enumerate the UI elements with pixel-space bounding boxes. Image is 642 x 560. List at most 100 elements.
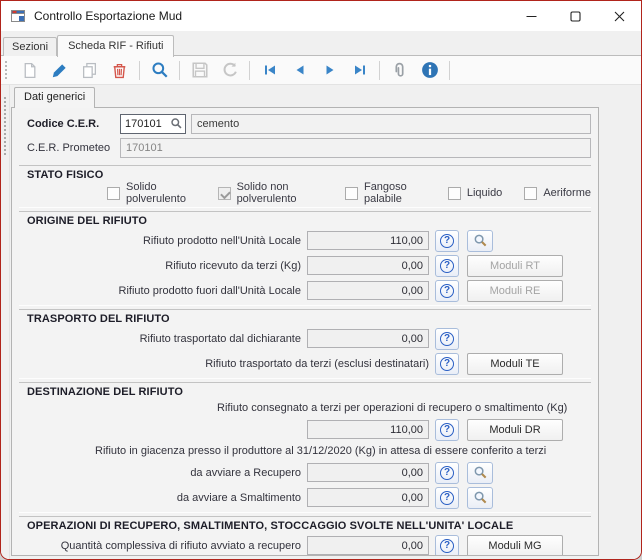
undo-button bbox=[217, 59, 242, 82]
tab-scheda-rif-rifiuti[interactable]: Scheda RIF - Rifiuti bbox=[57, 35, 175, 57]
search-detail-button[interactable] bbox=[467, 229, 493, 252]
da-avviare-smaltimento-field[interactable] bbox=[307, 488, 429, 507]
main-tabstrip: Sezioni Scheda RIF - Rifiuti bbox=[1, 31, 641, 57]
quantita-recupero-field[interactable] bbox=[307, 536, 429, 555]
help-icon bbox=[440, 331, 454, 346]
rifiuto-trasportato-terzi-label: Rifiuto trasportato da terzi (esclusi de… bbox=[205, 357, 429, 370]
delete-icon bbox=[113, 63, 126, 78]
checkbox-checked-icon[interactable] bbox=[217, 186, 231, 200]
attachment-button[interactable] bbox=[387, 59, 412, 82]
checkbox-unchecked-icon[interactable] bbox=[524, 186, 538, 200]
nav-next-button[interactable] bbox=[317, 59, 342, 82]
help-button[interactable] bbox=[435, 486, 459, 509]
close-button[interactable] bbox=[597, 1, 641, 31]
nav-next-icon bbox=[326, 65, 333, 75]
checkbox-solido-non-polverulento[interactable]: Solido non polverulento bbox=[217, 181, 323, 205]
help-button[interactable] bbox=[435, 254, 459, 277]
nav-first-button[interactable] bbox=[257, 59, 282, 82]
close-icon bbox=[614, 11, 624, 21]
help-icon bbox=[440, 356, 454, 371]
rifiuto-prodotto-ul-field[interactable] bbox=[307, 231, 429, 250]
title-bar: Controllo Esportazione Mud bbox=[1, 1, 641, 31]
trasporto-title: TRASPORTO DEL RIFIUTO bbox=[27, 313, 170, 325]
nav-last-icon bbox=[354, 65, 365, 75]
checkbox-unchecked-icon[interactable] bbox=[447, 186, 461, 200]
help-button[interactable] bbox=[435, 327, 459, 350]
section-destinazione: DESTINAZIONE DEL RIFIUTO Rifiuto consegn… bbox=[19, 382, 591, 513]
rifiuto-prodotto-fuori-ul-field[interactable] bbox=[307, 281, 429, 300]
section-trasporto: TRASPORTO DEL RIFIUTO Rifiuto trasportat… bbox=[19, 309, 591, 379]
toolbar-gripper[interactable] bbox=[5, 61, 10, 79]
help-button[interactable] bbox=[435, 229, 459, 252]
checkbox-aeriforme[interactable]: Aeriforme bbox=[524, 186, 591, 200]
tab-sezioni[interactable]: Sezioni bbox=[3, 37, 58, 56]
checkbox-label: Solido polverulento bbox=[126, 181, 186, 205]
checkbox-label: Fangoso palabile bbox=[363, 181, 407, 205]
new-icon bbox=[24, 62, 36, 78]
help-button[interactable] bbox=[435, 418, 459, 441]
minimize-button[interactable] bbox=[509, 1, 553, 31]
section-origine: ORIGINE DEL RIFIUTO Rifiuto prodotto nel… bbox=[19, 211, 591, 306]
nav-first-icon bbox=[264, 65, 275, 75]
cer-descrizione-field bbox=[191, 114, 591, 134]
app-icon bbox=[11, 10, 25, 22]
maximize-button[interactable] bbox=[553, 1, 597, 31]
moduli-rt-button: Moduli RT bbox=[467, 254, 563, 277]
help-button[interactable] bbox=[435, 534, 459, 555]
da-avviare-recupero-field[interactable] bbox=[307, 463, 429, 482]
search-icon bbox=[151, 62, 168, 78]
help-icon bbox=[440, 233, 454, 248]
toolbar-separator bbox=[249, 60, 250, 80]
da-avviare-smaltimento-label: da avviare a Smaltimento bbox=[176, 491, 301, 504]
delete-record-button[interactable] bbox=[107, 59, 132, 82]
search-icon bbox=[474, 491, 486, 504]
checkbox-unchecked-icon[interactable] bbox=[107, 186, 120, 200]
app-window: Controllo Esportazione Mud Sezioni Sched… bbox=[0, 0, 642, 560]
edit-record-button[interactable] bbox=[47, 59, 72, 82]
tab-dati-generici[interactable]: Dati generici bbox=[14, 87, 96, 108]
maximize-icon bbox=[569, 10, 581, 22]
rifiuto-trasportato-dichiarante-field[interactable] bbox=[307, 329, 429, 348]
edit-icon bbox=[52, 63, 66, 77]
help-button[interactable] bbox=[435, 352, 459, 375]
copy-record-button[interactable] bbox=[77, 59, 102, 82]
checkbox-unchecked-icon[interactable] bbox=[344, 186, 358, 200]
nav-prev-icon bbox=[296, 65, 303, 75]
attachment-icon bbox=[395, 62, 404, 77]
info-button[interactable] bbox=[417, 59, 442, 82]
info-icon bbox=[421, 62, 438, 78]
search-icon bbox=[474, 234, 486, 247]
stato-fisico-title: STATO FISICO bbox=[27, 169, 104, 181]
section-operazioni: OPERAZIONI DI RECUPERO, SMALTIMENTO, STO… bbox=[19, 516, 591, 555]
origine-title: ORIGINE DEL RIFIUTO bbox=[27, 215, 148, 227]
search-detail-button[interactable] bbox=[467, 461, 493, 484]
nav-last-button[interactable] bbox=[347, 59, 372, 82]
toolbar-separator bbox=[449, 60, 450, 80]
new-record-button[interactable] bbox=[17, 59, 42, 82]
checkbox-liquido[interactable]: Liquido bbox=[447, 186, 502, 200]
rifiuto-prodotto-ul-label: Rifiuto prodotto nell'Unità Locale bbox=[142, 234, 301, 247]
nav-prev-button[interactable] bbox=[287, 59, 312, 82]
moduli-te-button[interactable]: Moduli TE bbox=[467, 352, 563, 375]
help-button[interactable] bbox=[435, 461, 459, 484]
help-icon bbox=[440, 465, 454, 480]
rifiuto-trasportato-dichiarante-label: Rifiuto trasportato dal dichiarante bbox=[139, 332, 301, 345]
help-icon bbox=[440, 258, 454, 273]
rifiuto-consegnato-terzi-field[interactable] bbox=[307, 420, 429, 439]
search-detail-button[interactable] bbox=[467, 486, 493, 509]
checkbox-fangoso-palabile[interactable]: Fangoso palabile bbox=[344, 181, 426, 205]
minimize-icon bbox=[526, 15, 536, 17]
destinazione-title: DESTINAZIONE DEL RIFIUTO bbox=[27, 386, 184, 398]
moduli-mg-button[interactable]: Moduli MG bbox=[467, 534, 563, 555]
checkbox-solido-polverulento[interactable]: Solido polverulento bbox=[107, 181, 196, 205]
cer-lookup-icon[interactable] bbox=[170, 117, 183, 130]
cer-prometeo-field bbox=[120, 138, 591, 158]
help-icon bbox=[440, 283, 454, 298]
da-avviare-recupero-label: da avviare a Recupero bbox=[190, 466, 301, 479]
operazioni-title: OPERAZIONI DI RECUPERO, SMALTIMENTO, STO… bbox=[27, 520, 514, 532]
rifiuto-ricevuto-terzi-field[interactable] bbox=[307, 256, 429, 275]
help-button[interactable] bbox=[435, 279, 459, 302]
left-splitter[interactable] bbox=[1, 85, 10, 559]
search-records-button[interactable] bbox=[147, 59, 172, 82]
moduli-dr-button[interactable]: Moduli DR bbox=[467, 418, 563, 441]
